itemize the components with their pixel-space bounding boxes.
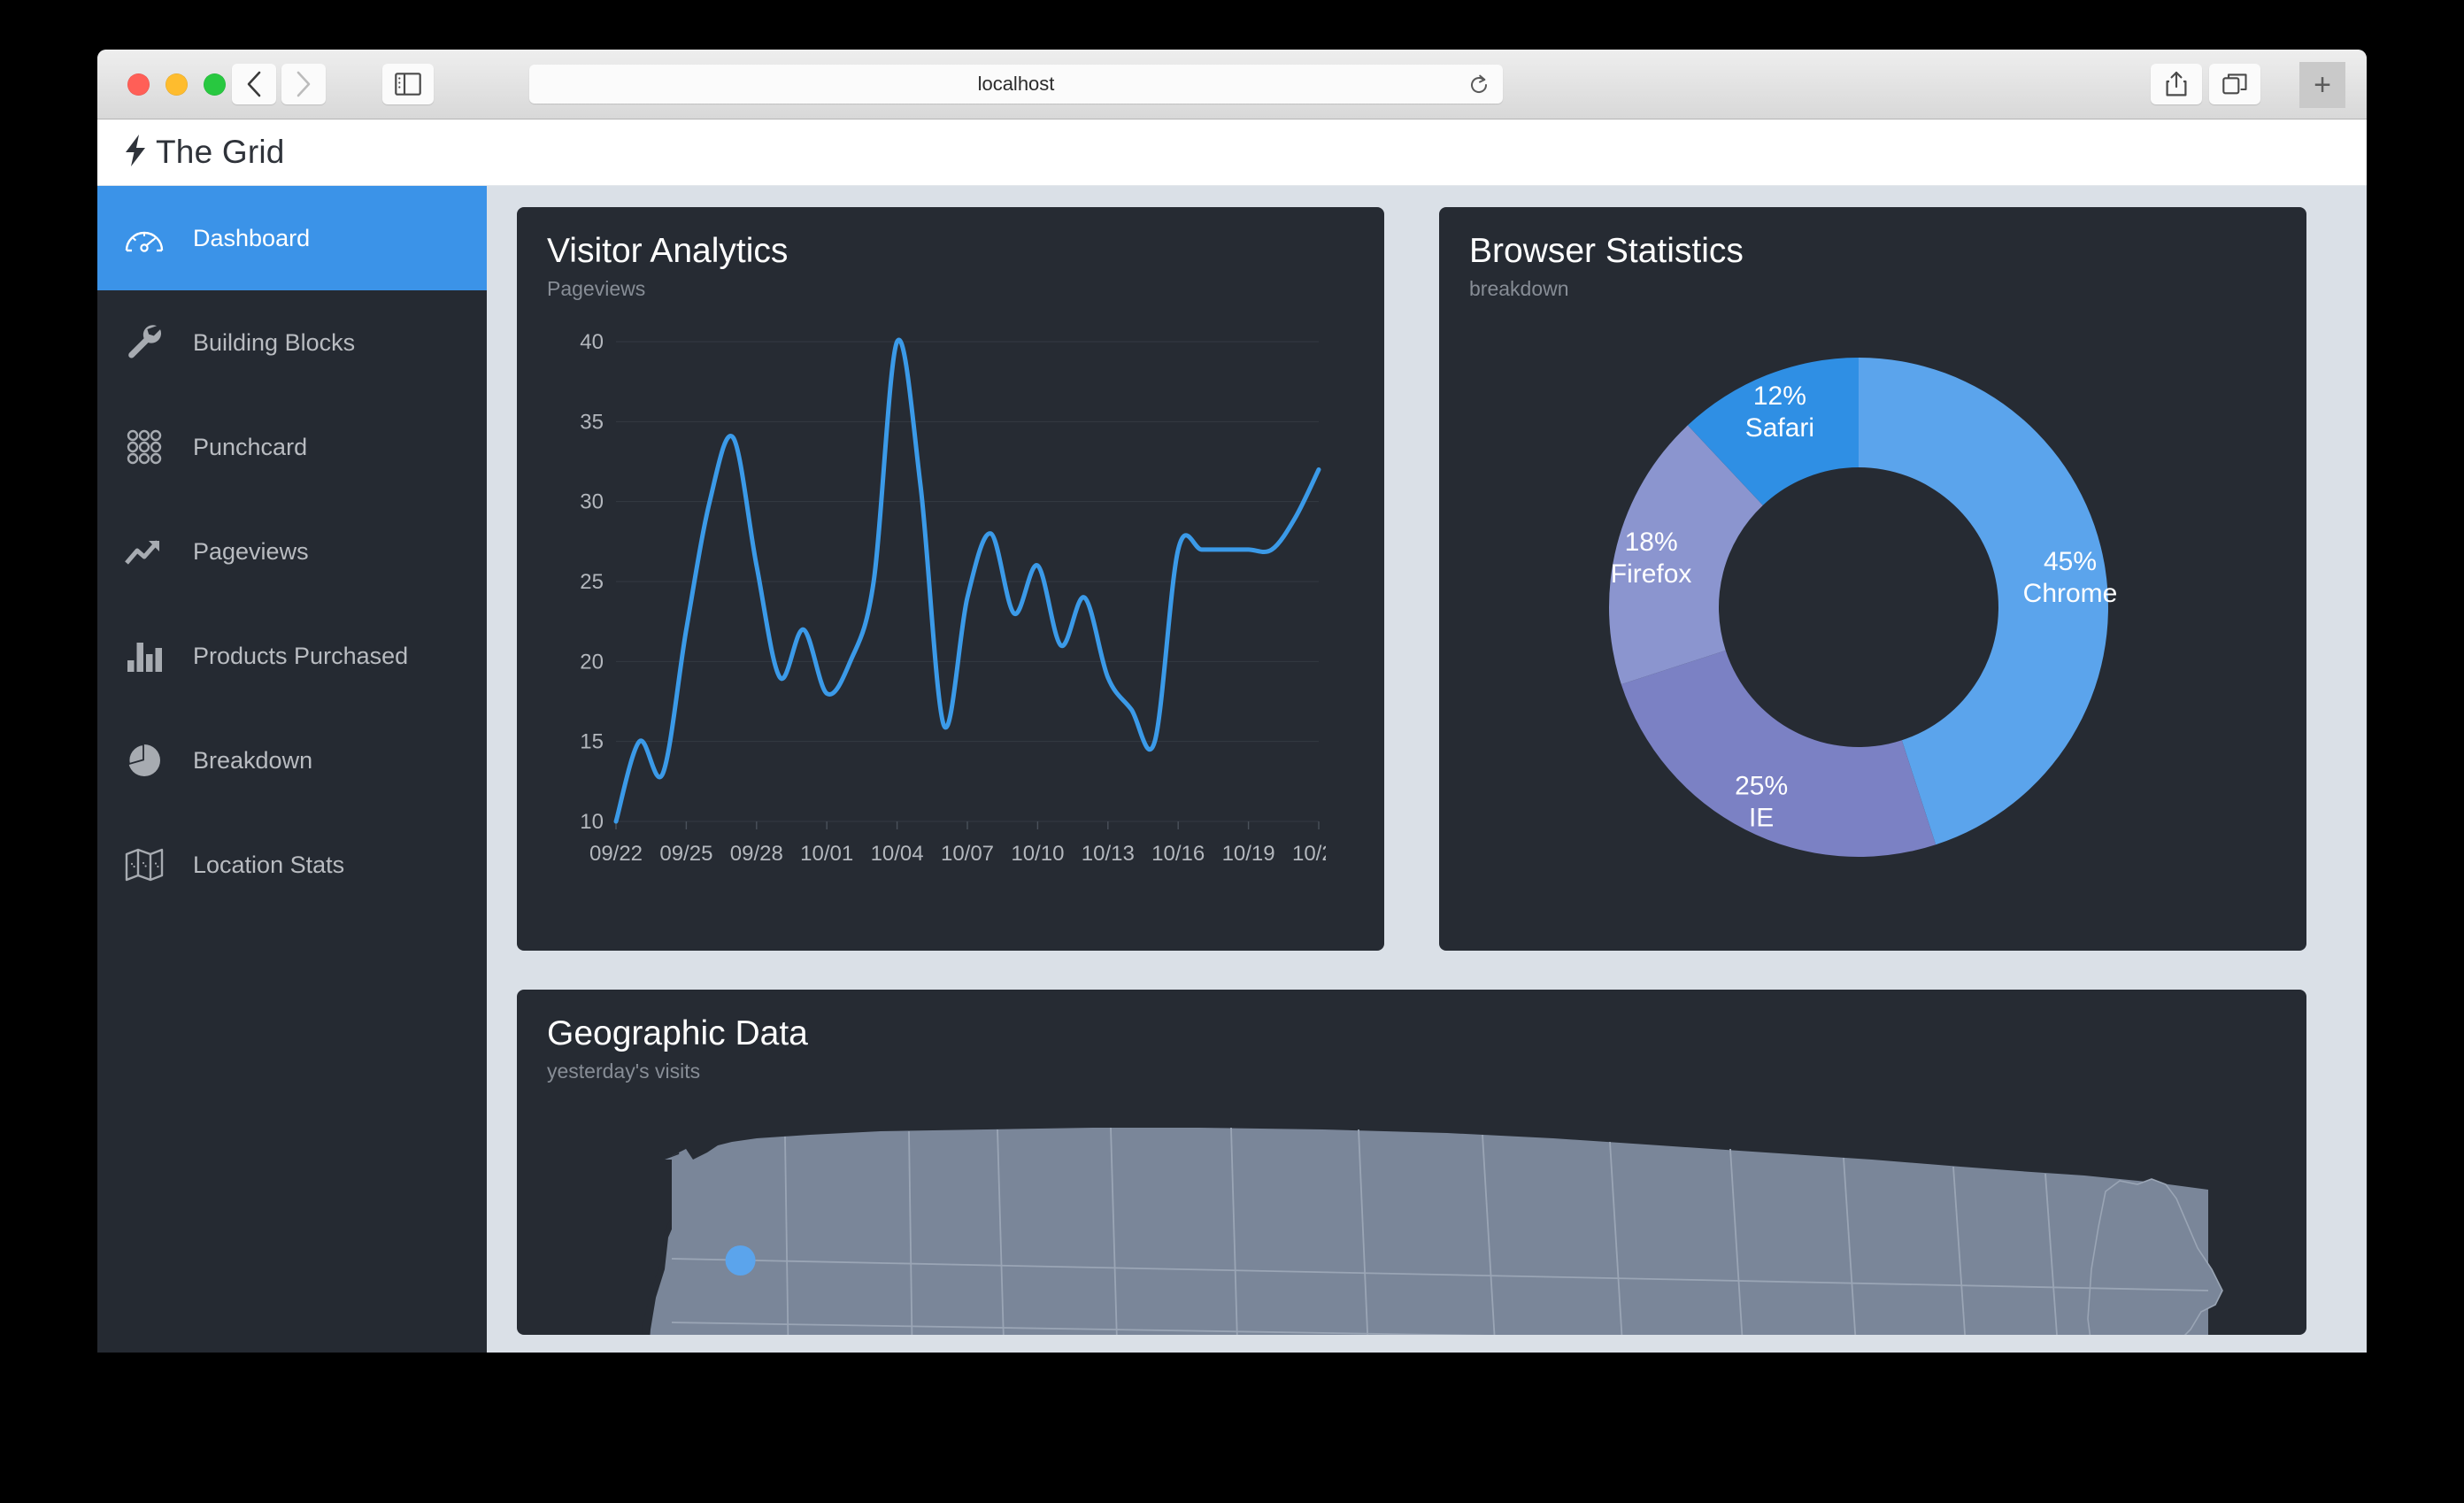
map-marker[interactable] <box>725 1245 756 1276</box>
lightning-bolt-icon <box>122 134 149 172</box>
map-landmass <box>672 1127 2208 1335</box>
x-axis-tick: 10/07 <box>941 842 994 866</box>
sidebar-item-building-blocks[interactable]: Building Blocks <box>97 290 487 395</box>
wrench-icon <box>119 323 170 362</box>
y-axis-tick: 30 <box>580 490 604 514</box>
bar-chart-icon <box>119 639 170 673</box>
show-tabs-button[interactable] <box>2209 64 2260 104</box>
x-axis-tick: 10/19 <box>1222 842 1275 866</box>
share-button[interactable] <box>2151 64 2202 104</box>
y-axis-tick: 15 <box>580 730 604 754</box>
sidebar-toggle-icon <box>395 73 421 96</box>
donut-segment-ie[interactable] <box>1621 650 1937 857</box>
top-card-row: Visitor Analytics Pageviews 10 15 20 25 30 35… <box>517 207 2337 951</box>
x-axis-tick: 10/16 <box>1151 842 1205 866</box>
donut-chart-svg: 45% Chrome 25% IE 18%Firefox 12%Safari <box>1609 357 2118 857</box>
x-axis-tick: 10/04 <box>871 842 924 866</box>
y-axis-tick: 25 <box>580 570 604 594</box>
grid-dots-icon <box>119 428 170 466</box>
sidebar-item-products-purchased[interactable]: Products Purchased <box>97 604 487 708</box>
donut-name-label: Chrome <box>2023 579 2118 608</box>
card-subtitle: yesterday's visits <box>547 1059 701 1083</box>
donut-value-label: 18% <box>1625 528 1678 557</box>
reload-icon <box>1471 74 1488 93</box>
card-title: Browser Statistics <box>1469 232 1744 270</box>
forward-button[interactable] <box>281 64 326 104</box>
browser-statistics-card: Browser Statistics breakdown 45% Chrome 25… <box>1439 207 2306 951</box>
brand[interactable]: The Grid <box>122 134 285 172</box>
minimize-window-button[interactable] <box>166 73 188 96</box>
dashboard-gauge-icon <box>119 220 170 256</box>
sidebar-item-pageviews[interactable]: Pageviews <box>97 499 487 604</box>
sidebar-item-label: Punchcard <box>193 433 308 460</box>
donut-name-label: IE <box>1749 803 1774 832</box>
donut-name-label: Safari <box>1745 413 1814 443</box>
donut-name-label: Firefox <box>1611 559 1692 589</box>
reload-button[interactable] <box>1467 73 1490 101</box>
donut-value-label: 25% <box>1735 771 1788 800</box>
sidebar-item-label: Products Purchased <box>193 642 409 669</box>
address-bar-url: localhost <box>977 73 1055 95</box>
browser-statistics-chart: 45% Chrome 25% IE 18% Firefox 12% Safari <box>1469 326 2276 914</box>
navigation-buttons <box>232 64 326 104</box>
y-axis-tick: 10 <box>580 810 604 834</box>
browser-window: localhost + The Grid Dashboard Building … <box>97 50 2367 1353</box>
window-controls <box>127 73 226 96</box>
map-icon <box>119 847 170 883</box>
sidebar-item-breakdown[interactable]: Breakdown <box>97 708 487 813</box>
sidebar-item-label: Location Stats <box>193 851 345 878</box>
app-header: The Grid <box>97 119 2367 186</box>
us-map <box>547 1106 2276 1335</box>
sidebar-item-label: Breakdown <box>193 746 313 774</box>
share-icon <box>2166 71 2187 96</box>
sidebar-item-label: Pageviews <box>193 537 309 565</box>
us-map-svg <box>643 1127 2223 1335</box>
card-subtitle: Pageviews <box>547 276 646 300</box>
sidebar-item-label: Building Blocks <box>193 328 356 356</box>
app-body: Dashboard Building Blocks Punchcard Page… <box>97 186 2367 1353</box>
brand-name: The Grid <box>156 134 285 170</box>
sidebar-item-dashboard[interactable]: Dashboard <box>97 186 487 290</box>
chevron-left-icon <box>247 71 261 97</box>
main-content: Visitor Analytics Pageviews 10 15 20 25 30 35… <box>487 186 2367 1353</box>
browser-titlebar: localhost + <box>97 50 2367 119</box>
trending-up-icon <box>119 536 170 567</box>
visitor-analytics-chart: 10 15 20 25 30 35 40 09/22 09/25 09/28 10/01 10/04 1… <box>547 326 1354 897</box>
sidebar: Dashboard Building Blocks Punchcard Page… <box>97 186 487 1353</box>
toolbar-right-buttons <box>2151 64 2260 104</box>
geographic-data-card: Geographic Data yesterday's visits <box>517 990 2306 1335</box>
x-axis-tick: 10/10 <box>1011 842 1064 866</box>
card-title: Visitor Analytics <box>547 232 789 270</box>
visitor-analytics-card: Visitor Analytics Pageviews 10 15 20 25 30 35… <box>517 207 1384 951</box>
sidebar-toggle-button[interactable] <box>382 64 434 104</box>
x-axis-tick: 10/22 <box>1292 842 1326 866</box>
donut-value-label: 45% <box>2044 547 2097 576</box>
pie-chart-icon <box>119 743 170 778</box>
new-tab-label: + <box>2314 68 2331 102</box>
card-subtitle: breakdown <box>1469 276 1569 300</box>
line-series <box>613 337 1321 824</box>
x-axis-tick: 10/01 <box>800 842 853 866</box>
line-chart-svg: 10 15 20 25 30 35 40 09/22 09/25 09/28 10/01 10/04 1… <box>580 330 1345 866</box>
address-bar[interactable]: localhost <box>529 65 1503 104</box>
new-tab-button[interactable]: + <box>2299 62 2345 108</box>
chevron-right-icon <box>296 71 311 97</box>
back-button[interactable] <box>232 64 276 104</box>
y-axis-tick: 20 <box>580 650 604 674</box>
maximize-window-button[interactable] <box>204 73 226 96</box>
card-title: Geographic Data <box>547 1014 808 1052</box>
sidebar-item-label: Dashboard <box>193 224 311 251</box>
sidebar-item-location-stats[interactable]: Location Stats <box>97 813 487 917</box>
x-axis-tick: 09/28 <box>730 842 783 866</box>
sidebar-item-punchcard[interactable]: Punchcard <box>97 395 487 499</box>
x-axis-tick: 09/25 <box>659 842 712 866</box>
close-window-button[interactable] <box>127 73 150 96</box>
x-axis-tick: 10/13 <box>1082 842 1135 866</box>
donut-value-label: 12% <box>1753 382 1806 411</box>
show-tabs-icon <box>2222 73 2247 95</box>
y-axis-tick: 35 <box>580 410 604 434</box>
x-axis-tick: 09/22 <box>589 842 643 866</box>
y-axis-tick: 40 <box>580 330 604 354</box>
